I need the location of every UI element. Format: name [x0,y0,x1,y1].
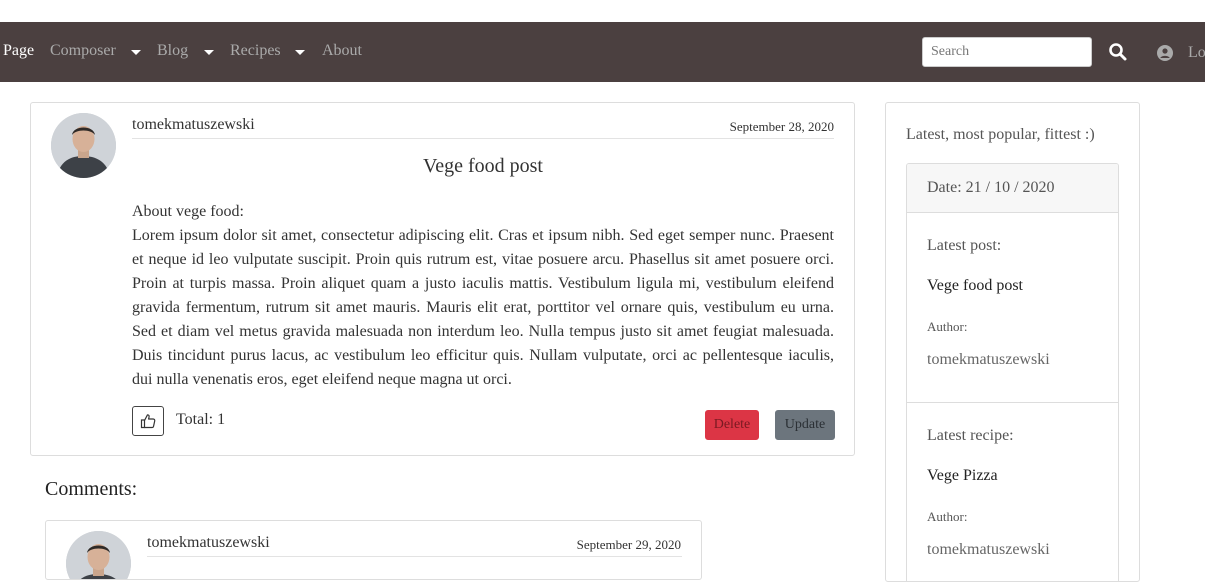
navbar: Page Composer Blog Recipes About Lo [0,22,1205,82]
nav-brand-link[interactable]: Page [3,42,34,60]
sidebar-heading: Latest, most popular, fittest :) [906,126,1095,143]
update-button[interactable]: Update [775,410,835,440]
thumbs-up-icon [140,414,156,429]
divider [132,138,834,139]
sidebar: Latest, most popular, fittest :) Date: 2… [885,102,1140,582]
latest-recipe-title[interactable]: Vege Pizza [927,467,998,485]
post-author[interactable]: tomekmatuszewski [132,116,255,134]
chevron-down-icon[interactable] [131,50,141,55]
post-intro: About vege food: [132,203,244,220]
post-body: About vege food: Lorem ipsum dolor sit a… [132,200,834,392]
like-button[interactable] [132,406,164,436]
chevron-down-icon[interactable] [204,50,214,55]
latest-post-author[interactable]: tomekmatuszewski [927,351,1050,369]
comment-author[interactable]: tomekmatuszewski [147,534,270,552]
nav-item-blog[interactable]: Blog [157,42,188,60]
user-circle-icon[interactable] [1157,45,1173,61]
comment-card: tomekmatuszewski September 29, 2020 [45,520,702,580]
comment-date: September 29, 2020 [576,537,681,552]
avatar [66,531,131,579]
latest-recipe-author[interactable]: tomekmatuszewski [927,541,1050,559]
nav-item-about[interactable]: About [322,42,362,60]
likes-total: Total: 1 [176,411,226,428]
latest-post-title[interactable]: Vege food post [927,277,1023,295]
latest-recipe-label: Latest recipe: [927,427,1014,444]
chevron-down-icon[interactable] [295,50,305,55]
sidebar-latest-post: Latest post: Vege food post Author: tome… [907,213,1118,403]
comments-title: Comments: [45,478,138,500]
nav-item-composer[interactable]: Composer [50,42,116,60]
post-text: Lorem ipsum dolor sit amet, consectetur … [132,227,834,388]
search-input[interactable] [922,37,1092,67]
latest-post-label: Latest post: [927,237,1002,254]
nav-item-recipes[interactable]: Recipes [230,42,281,60]
delete-button[interactable]: Delete [705,410,759,440]
post-date: September 28, 2020 [729,119,834,134]
search-icon[interactable] [1108,42,1128,62]
latest-post-author-label: Author: [927,319,968,334]
latest-recipe-author-label: Author: [927,509,968,524]
sidebar-list: Date: 21 / 10 / 2020 Latest post: Vege f… [906,163,1119,581]
post-title: Vege food post [423,155,543,177]
sidebar-date-section: Date: 21 / 10 / 2020 [907,164,1118,213]
avatar [51,113,116,178]
login-link[interactable]: Lo [1188,44,1205,62]
post-card: tomekmatuszewski September 28, 2020 Vege… [30,102,855,456]
sidebar-date: Date: 21 / 10 / 2020 [927,179,1055,196]
sidebar-latest-recipe: Latest recipe: Vege Pizza Author: tomekm… [907,403,1118,581]
divider [147,556,682,557]
